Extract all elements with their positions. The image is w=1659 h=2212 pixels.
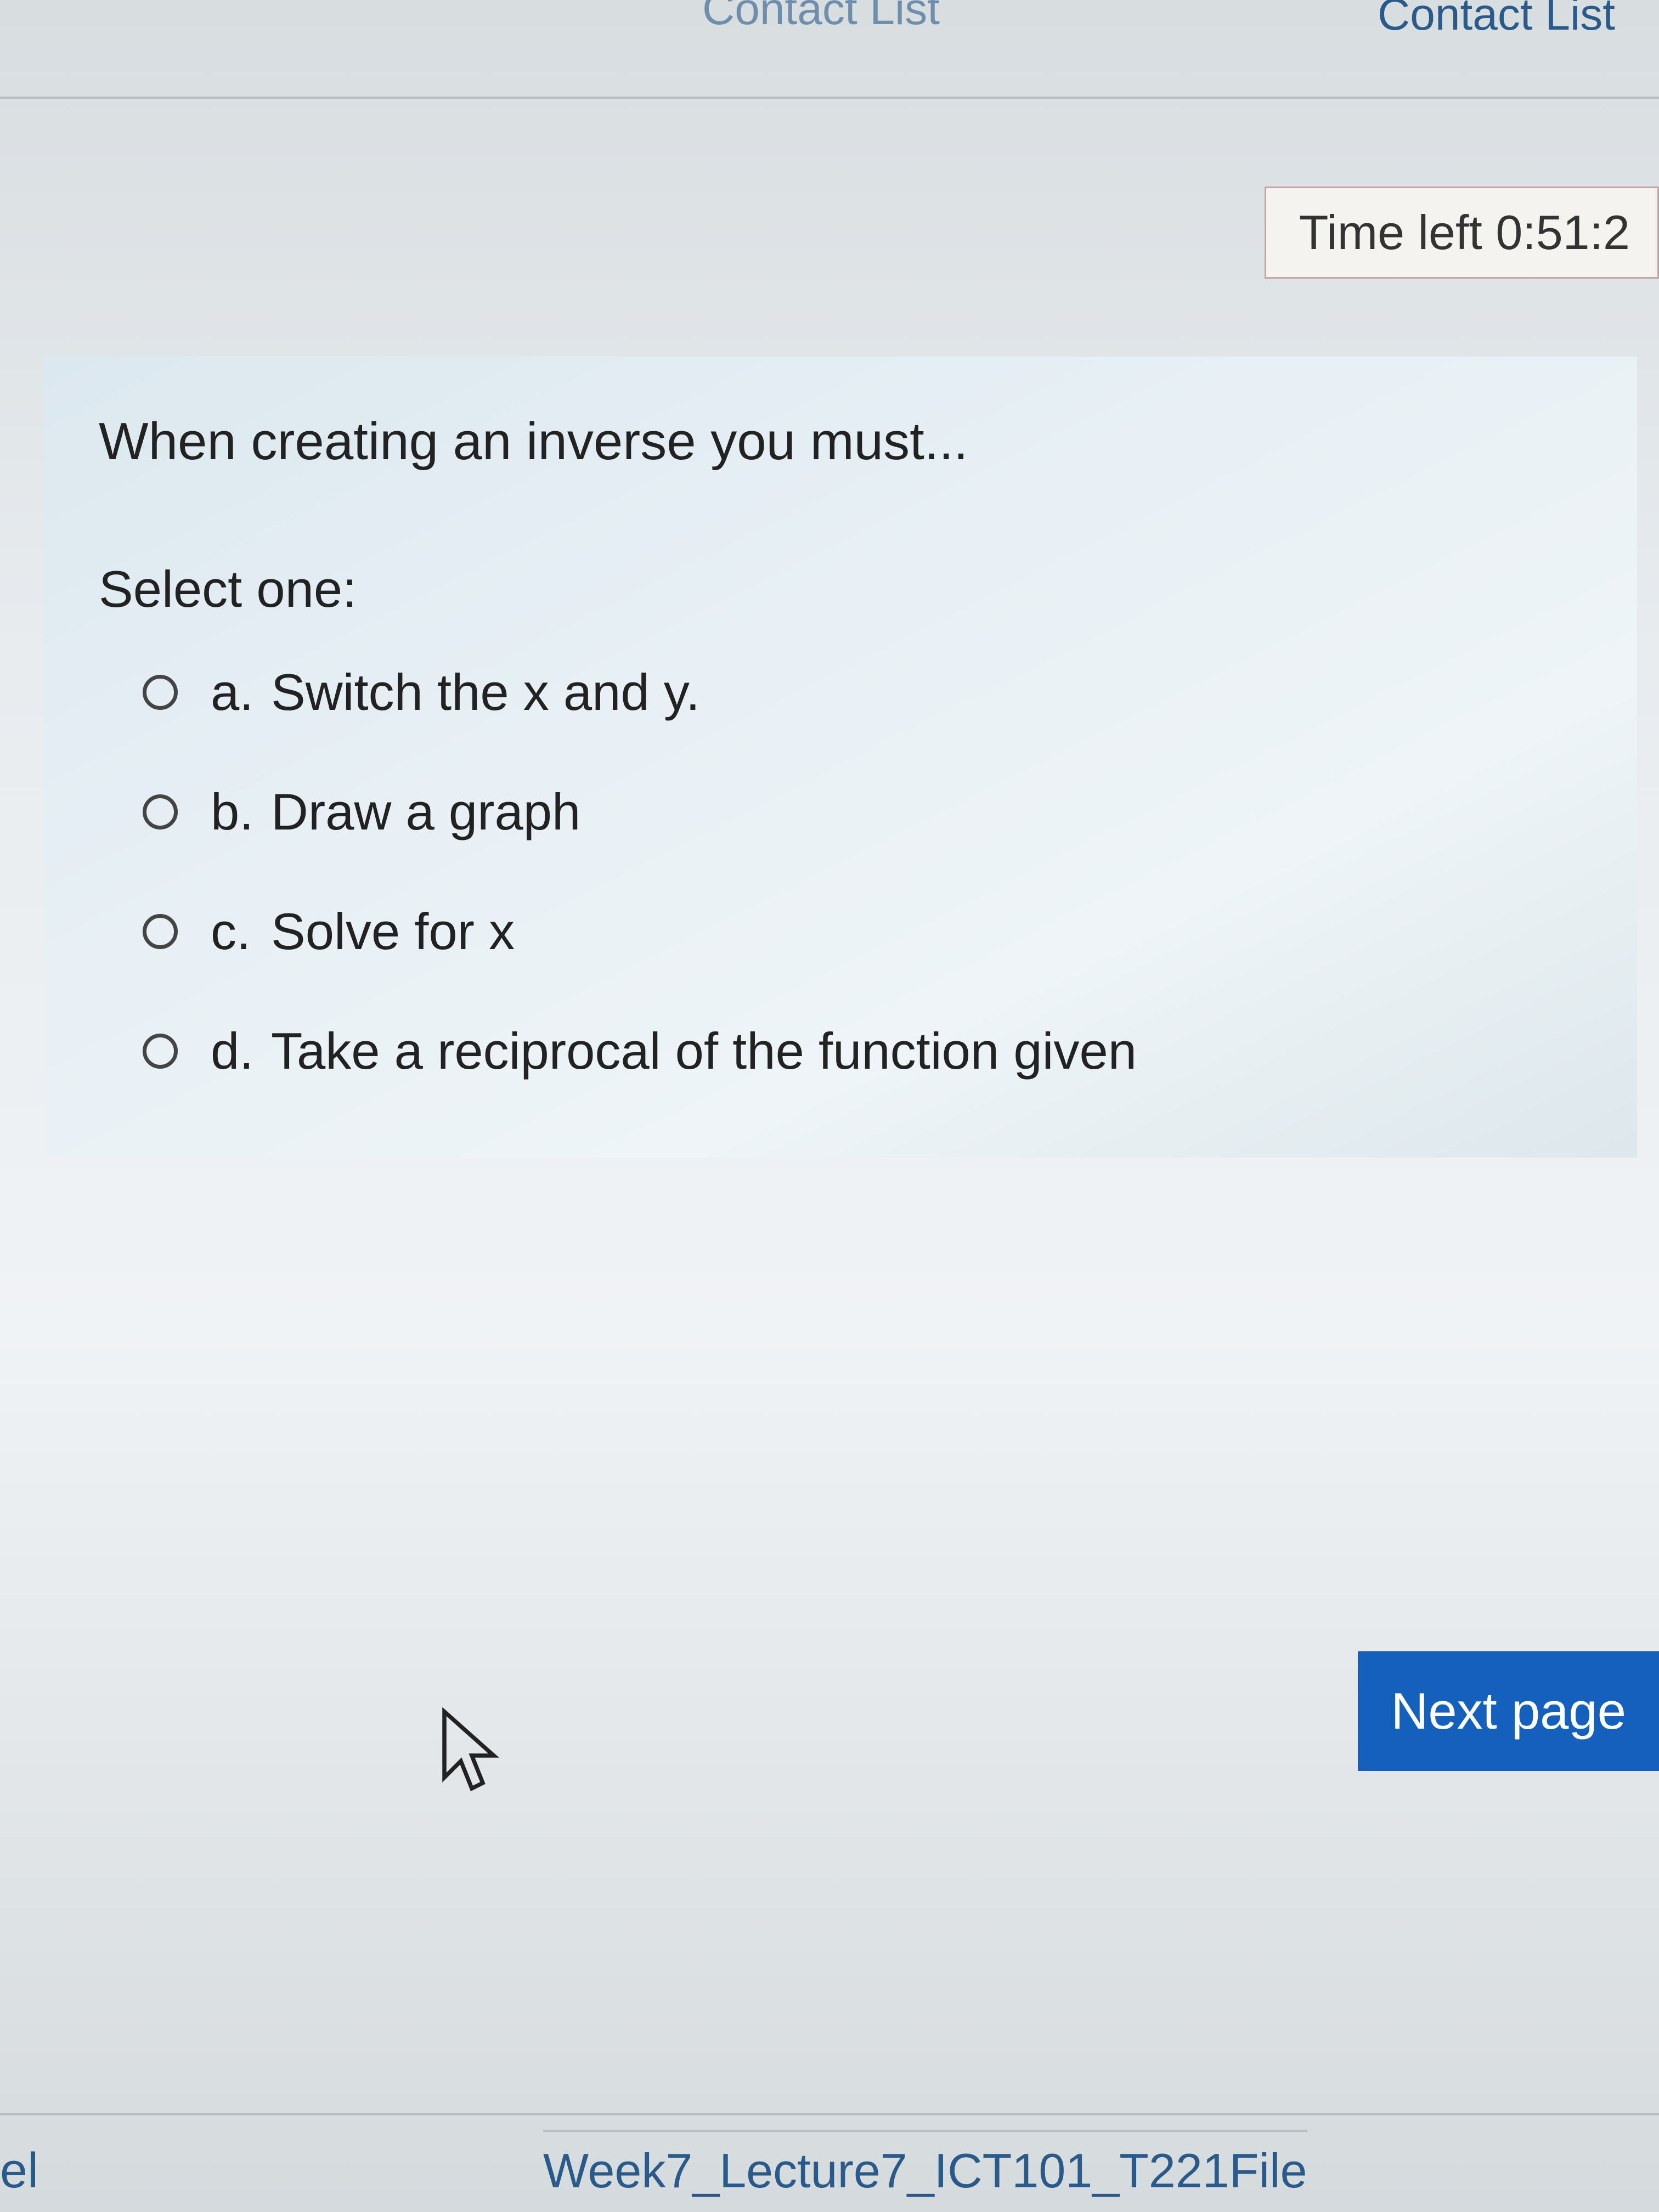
top-navigation: Contact List Contact List: [0, 0, 1659, 99]
option-text: Take a reciprocal of the function given: [271, 1022, 1137, 1081]
radio-icon[interactable]: [143, 1034, 178, 1069]
nav-contact-list[interactable]: Contact List: [1378, 0, 1615, 41]
select-one-label: Select one:: [99, 560, 1604, 619]
options-list: a. Switch the x and y. b. Draw a graph c…: [99, 663, 1604, 1081]
cursor-icon: [439, 1706, 505, 1794]
option-text: Solve for x: [271, 902, 515, 961]
question-panel: When creating an inverse you must... Sel…: [44, 357, 1637, 1158]
nav-item-partial[interactable]: Contact List: [702, 0, 940, 35]
timer-label: Time left 0:51:2: [1299, 205, 1630, 259]
question-text: When creating an inverse you must...: [99, 411, 1604, 472]
option-letter: d.: [211, 1022, 271, 1081]
option-letter: a.: [211, 663, 271, 722]
radio-icon[interactable]: [143, 794, 178, 830]
bottom-bar: lel Week7_Lecture7_ICT101_T221File: [0, 2113, 1659, 2212]
next-page-button[interactable]: Next page: [1358, 1651, 1659, 1771]
bottom-file-link[interactable]: Week7_Lecture7_ICT101_T221File: [543, 2130, 1307, 2199]
radio-icon[interactable]: [143, 914, 178, 949]
timer-box: Time left 0:51:2: [1265, 187, 1659, 279]
option-b[interactable]: b. Draw a graph: [143, 782, 1604, 842]
radio-icon[interactable]: [143, 675, 178, 710]
option-text: Draw a graph: [271, 782, 580, 842]
option-text: Switch the x and y.: [271, 663, 700, 722]
bottom-left-partial[interactable]: lel: [0, 2143, 38, 2199]
content-area: Time left 0:51:2 When creating an invers…: [22, 192, 1659, 1180]
option-a[interactable]: a. Switch the x and y.: [143, 663, 1604, 722]
option-d[interactable]: d. Take a reciprocal of the function giv…: [143, 1022, 1604, 1081]
option-letter: c.: [211, 902, 271, 961]
option-c[interactable]: c. Solve for x: [143, 902, 1604, 961]
option-letter: b.: [211, 782, 271, 842]
